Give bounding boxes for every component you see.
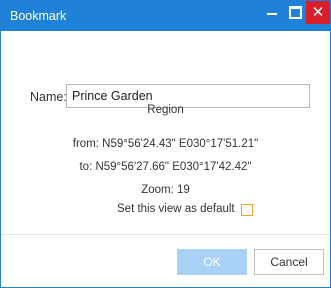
close-button[interactable]: ✕ — [306, 1, 330, 24]
footer-divider — [1, 234, 330, 235]
region-heading: Region — [147, 104, 184, 116]
default-view-label: Set this view as default — [117, 203, 235, 215]
minimize-button[interactable] — [261, 1, 283, 24]
bookmark-dialog: Bookmark ✕ Name: Region from: N59°56'24.… — [0, 0, 331, 288]
default-view-row: Set this view as default — [117, 203, 253, 216]
name-label: Name: — [30, 90, 67, 104]
close-icon: ✕ — [311, 3, 325, 21]
zoom-level: Zoom: 19 — [141, 184, 190, 196]
maximize-icon — [288, 6, 302, 19]
ok-button[interactable]: OK — [177, 249, 247, 275]
maximize-button[interactable] — [284, 1, 306, 24]
default-view-checkbox[interactable] — [240, 203, 253, 216]
dialog-title: Bookmark — [10, 9, 67, 23]
region-from: from: N59°56'24.43" E030°17'51.21" — [72, 138, 259, 150]
title-bar[interactable]: Bookmark ✕ — [1, 1, 330, 31]
region-to: to: N59°56'27.66" E030°17'42.42" — [79, 161, 252, 173]
minimize-icon — [267, 12, 277, 15]
cancel-button[interactable]: Cancel — [254, 249, 324, 275]
